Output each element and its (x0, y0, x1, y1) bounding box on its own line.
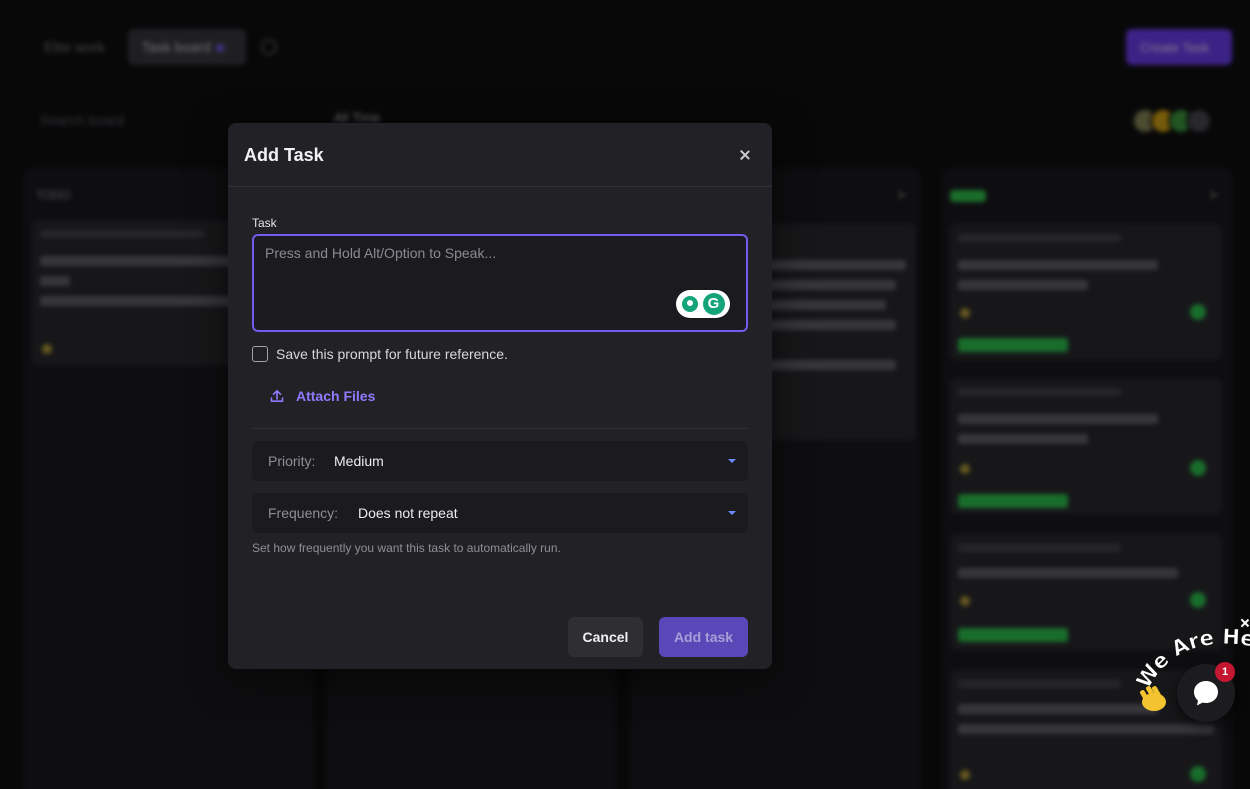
chat-bubble-icon (1194, 681, 1218, 706)
save-prompt-checkbox[interactable] (252, 346, 268, 362)
widget-close-icon[interactable] (1240, 618, 1250, 628)
waving-hand-icon (1139, 686, 1166, 711)
frequency-help-text: Set how frequently you want this task to… (252, 541, 561, 555)
notification-badge: 1 (1215, 662, 1235, 682)
caret-down-icon (728, 459, 736, 463)
close-icon[interactable] (737, 147, 753, 163)
add-task-button[interactable]: Add task (659, 617, 748, 657)
grammarly-widget[interactable]: G (676, 290, 730, 318)
save-prompt-row[interactable]: Save this prompt for future reference. (252, 346, 508, 362)
frequency-label: Frequency: (268, 505, 339, 521)
dialog-title: Add Task (244, 145, 324, 165)
cancel-button[interactable]: Cancel (568, 617, 643, 657)
dialog-header: Add Task (228, 123, 772, 187)
task-input[interactable] (252, 234, 748, 332)
frequency-value: Does not repeat (358, 505, 458, 521)
add-task-dialog: Add Task Task G Save this prompt for fut… (228, 123, 772, 669)
attach-files-label: Attach Files (296, 388, 376, 404)
task-field-label: Task (252, 216, 277, 230)
upload-icon (270, 390, 284, 402)
priority-value: Medium (334, 453, 384, 469)
priority-label: Priority: (268, 453, 316, 469)
save-prompt-label: Save this prompt for future reference. (276, 346, 508, 362)
divider (252, 428, 748, 429)
lightbulb-icon[interactable] (681, 296, 698, 312)
grammarly-icon[interactable]: G (702, 293, 725, 315)
caret-down-icon (728, 511, 736, 515)
attach-files-button[interactable]: Attach Files (270, 388, 375, 404)
priority-select[interactable]: Priority: Medium (252, 441, 748, 481)
frequency-select[interactable]: Frequency: Does not repeat (252, 493, 748, 533)
